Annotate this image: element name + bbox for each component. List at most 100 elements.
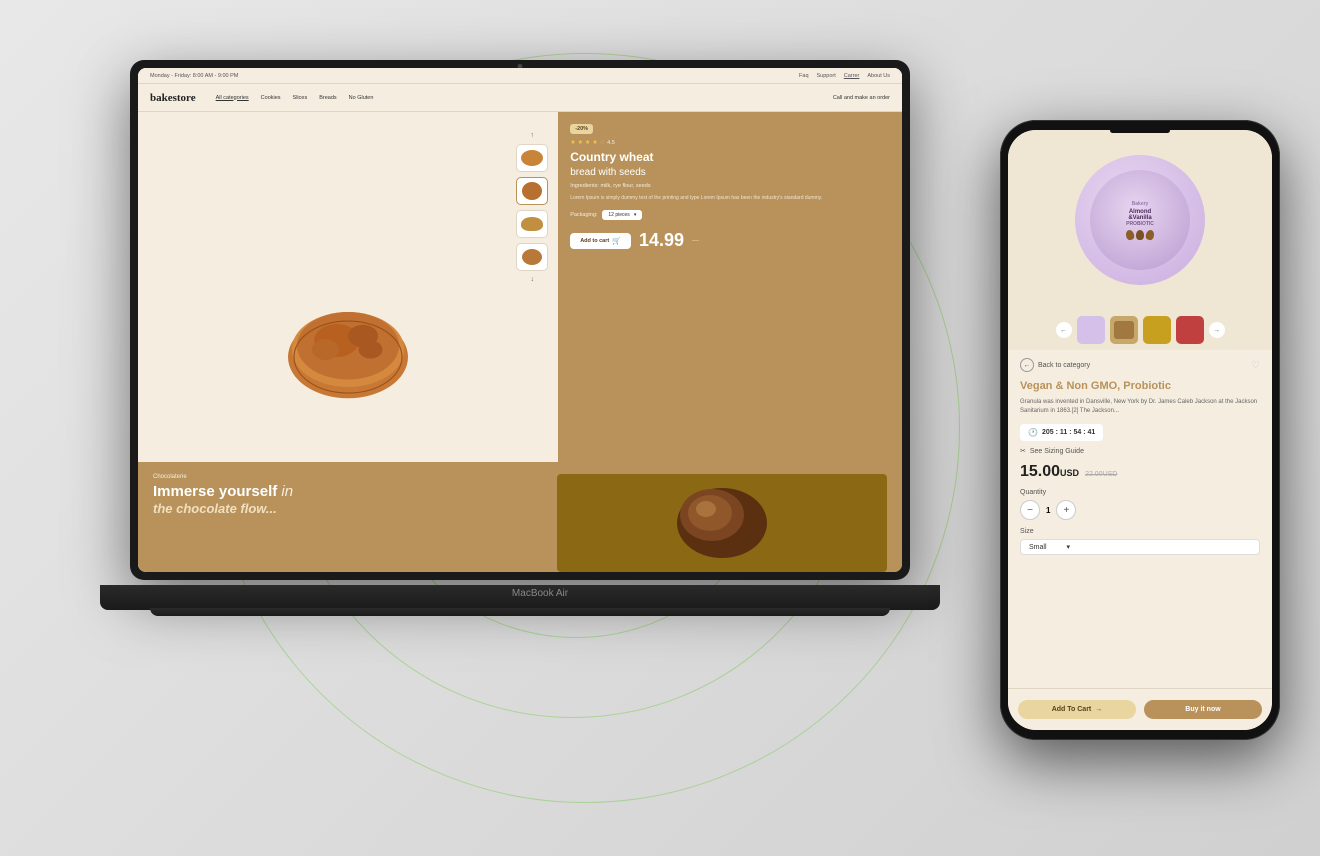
laptop-screen-frame: Monday - Friday: 8:00 AM - 9:00 PM Faq S… bbox=[130, 60, 910, 580]
site-header: bakestore All categories Cookies Slices … bbox=[138, 84, 902, 112]
phone-thumb-2[interactable] bbox=[1110, 316, 1138, 344]
product-title-bold: Country wheat bbox=[570, 150, 653, 164]
product-price: 14.99 bbox=[639, 230, 684, 251]
discount-badge: -20% bbox=[570, 124, 593, 134]
site-nav: All categories Cookies Slices Breads No … bbox=[216, 95, 833, 101]
back-circle: ← bbox=[1020, 358, 1034, 372]
chocolate-illustration bbox=[662, 483, 782, 563]
buy-now-label: Buy it now bbox=[1185, 706, 1220, 713]
laptop-screen: Monday - Friday: 8:00 AM - 9:00 PM Faq S… bbox=[138, 68, 902, 572]
nav-breads[interactable]: Breads bbox=[319, 95, 336, 101]
size-label: Size bbox=[1020, 528, 1260, 535]
website: Monday - Friday: 8:00 AM - 9:00 PM Faq S… bbox=[138, 68, 902, 572]
laptop-device: Monday - Friday: 8:00 AM - 9:00 PM Faq S… bbox=[130, 60, 950, 760]
phone-thumbnails-row: ← → bbox=[1008, 310, 1272, 350]
star-3: ★ bbox=[585, 139, 590, 146]
phone-bottom-buttons: Add To Cart → Buy it now bbox=[1008, 688, 1272, 730]
bottom-category: Chocolaterie bbox=[153, 474, 557, 480]
nav-no-gluten[interactable]: No Gluten bbox=[349, 95, 374, 101]
star-1: ★ bbox=[570, 139, 575, 146]
nut-2 bbox=[1136, 230, 1144, 240]
phone-thumb-1[interactable] bbox=[1077, 316, 1105, 344]
phone-add-cart-arrow: → bbox=[1095, 706, 1102, 713]
nav-slices[interactable]: Slices bbox=[293, 95, 308, 101]
phone-price: 15.00USD bbox=[1020, 463, 1079, 481]
topbar-about[interactable]: About Us bbox=[867, 73, 890, 79]
product-stars: ★ ★ ★ ★ ☆ 4.5 bbox=[570, 139, 890, 146]
topbar-carrer[interactable]: Carrer bbox=[844, 73, 860, 79]
site-topbar: Monday - Friday: 8:00 AM - 9:00 PM Faq S… bbox=[138, 68, 902, 84]
thumbnail-3[interactable] bbox=[516, 210, 548, 238]
phone-product-image-area: Bakery Almond &Vanilla PROBIOTIC bbox=[1008, 130, 1272, 310]
phone-body: Bakery Almond &Vanilla PROBIOTIC bbox=[1000, 120, 1280, 740]
size-chevron: ▾ bbox=[1067, 543, 1071, 551]
phone-add-to-cart-button[interactable]: Add To Cart → bbox=[1018, 700, 1136, 719]
quantity-increase-button[interactable]: + bbox=[1056, 500, 1076, 520]
sizing-row[interactable]: ✂ See Sizing Guide bbox=[1020, 447, 1260, 455]
product-title-regular: bread with seeds bbox=[570, 167, 646, 178]
add-to-cart-button[interactable]: Add to cart 🛒 bbox=[570, 233, 631, 249]
quantity-row: − 1 + bbox=[1020, 500, 1260, 520]
phone-device: Bakery Almond &Vanilla PROBIOTIC bbox=[1000, 120, 1280, 740]
bread-illustration bbox=[273, 282, 423, 402]
quantity-value: 1 bbox=[1046, 506, 1050, 515]
topbar-support[interactable]: Support bbox=[817, 73, 836, 79]
quantity-decrease-button[interactable]: − bbox=[1020, 500, 1040, 520]
packaging-row: Packaging: 12 pieces ▾ bbox=[570, 210, 890, 220]
packaging-chevron: ▾ bbox=[634, 212, 637, 218]
topbar-faq[interactable]: Faq bbox=[799, 73, 808, 79]
size-value: Small bbox=[1029, 544, 1047, 551]
phone-product-body: ← Back to category ♡ Vegan & Non GMO, Pr… bbox=[1008, 350, 1272, 688]
price-currency: USD bbox=[1060, 468, 1079, 478]
size-select[interactable]: Small ▾ bbox=[1020, 539, 1260, 555]
product-main-image bbox=[268, 262, 428, 422]
packaging-value: 12 pieces bbox=[608, 212, 629, 218]
phone-content: Bakery Almond &Vanilla PROBIOTIC bbox=[1008, 130, 1272, 730]
thumbnail-4[interactable] bbox=[516, 243, 548, 271]
thumbnail-2[interactable] bbox=[516, 177, 548, 205]
add-to-cart-row: Add to cart 🛒 14.99 — bbox=[570, 230, 890, 251]
thumb-img-2 bbox=[1114, 321, 1134, 339]
bottom-title-bold: Immerse yourself bbox=[153, 483, 277, 500]
buy-now-button[interactable]: Buy it now bbox=[1144, 700, 1262, 719]
clock-icon: 🕐 bbox=[1028, 428, 1038, 437]
nut-1 bbox=[1125, 229, 1135, 241]
nav-cookies[interactable]: Cookies bbox=[261, 95, 281, 101]
price-row: 15.00USD 22.00USD bbox=[1020, 463, 1260, 481]
phone-back-row: ← Back to category ♡ bbox=[1020, 358, 1260, 372]
product-type: PROBIOTIC bbox=[1126, 221, 1154, 227]
thumb-prev-arrow[interactable]: ← bbox=[1056, 322, 1072, 338]
price-old: — bbox=[692, 237, 699, 244]
topbar-nav: Faq Support Carrer About Us bbox=[799, 73, 890, 79]
star-4: ★ bbox=[592, 139, 597, 146]
brand-label: Bakery bbox=[1132, 201, 1149, 207]
back-to-category-btn[interactable]: ← Back to category bbox=[1020, 358, 1090, 372]
laptop-label: MacBook Air bbox=[512, 588, 568, 599]
countdown-row: 🕐 205 : 11 : 54 : 41 bbox=[1020, 424, 1103, 441]
packaging-select[interactable]: 12 pieces ▾ bbox=[602, 210, 642, 220]
thumb-next-arrow[interactable]: → bbox=[1209, 322, 1225, 338]
favorite-icon[interactable]: ♡ bbox=[1251, 360, 1260, 371]
phone-thumb-4[interactable] bbox=[1176, 316, 1204, 344]
site-logo[interactable]: bakestore bbox=[150, 92, 196, 104]
thumb-arrow-up[interactable]: ↑ bbox=[530, 132, 534, 139]
star-2: ★ bbox=[578, 139, 583, 146]
thumb-img-4 bbox=[1180, 320, 1200, 340]
nut-3 bbox=[1145, 229, 1155, 241]
thumbnail-1[interactable] bbox=[516, 144, 548, 172]
scene: Monday - Friday: 8:00 AM - 9:00 PM Faq S… bbox=[0, 0, 1320, 856]
nav-all-categories[interactable]: All categories bbox=[216, 95, 249, 101]
phone-label: Call and make an order bbox=[833, 95, 890, 101]
packaging-label: Packaging: bbox=[570, 212, 597, 218]
phone-price-old: 22.00USD bbox=[1085, 471, 1117, 478]
product-description: Lorem Ipsum is simply dummy text of the … bbox=[570, 195, 890, 202]
bottom-right-image bbox=[557, 474, 887, 572]
site-bottom: Chocolaterie Immerse yourself in the cho… bbox=[138, 462, 902, 572]
phone-add-cart-label: Add To Cart bbox=[1052, 706, 1092, 713]
thumb-arrow-down[interactable]: ↓ bbox=[530, 276, 534, 283]
countdown-time: 205 : 11 : 54 : 41 bbox=[1042, 429, 1095, 436]
phone-thumb-3[interactable] bbox=[1143, 316, 1171, 344]
bottom-subtitle: the chocolate flow... bbox=[153, 501, 557, 516]
phone-product-name: Vegan & Non GMO, Probiotic bbox=[1020, 380, 1260, 393]
nuts-row bbox=[1126, 230, 1154, 240]
